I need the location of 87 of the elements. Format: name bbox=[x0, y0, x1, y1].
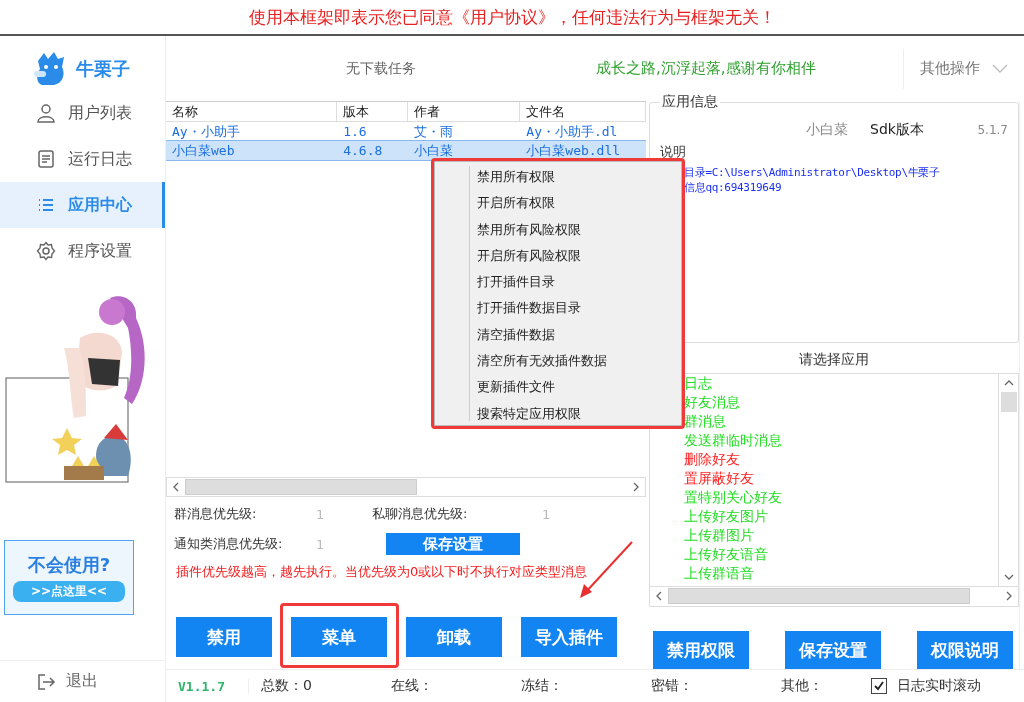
help-title: 不会使用? bbox=[27, 553, 111, 577]
action-button[interactable]: 导入插件 bbox=[521, 617, 617, 658]
table-cell-text: 小白菜web.dll bbox=[525, 142, 622, 161]
description-line: 目录=C:\Users\Administrator\Desktop\牛栗子 bbox=[684, 165, 941, 181]
menu-item[interactable]: 搜索特定应用权限 bbox=[471, 400, 681, 427]
priority-note: 插件优先级越高，越先执行。当优先级为0或以下时不执行对应类型消息 bbox=[175, 563, 589, 582]
permission-item[interactable]: 置屏蔽好友 bbox=[684, 469, 998, 489]
nav-item[interactable]: 程序设置 bbox=[0, 228, 165, 274]
permission-button[interactable]: 禁用权限 bbox=[653, 631, 749, 670]
field-label: 通知类消息优先级: bbox=[174, 535, 284, 554]
status-stat: 冻结： bbox=[520, 677, 564, 696]
menu-item[interactable]: 开启所有权限 bbox=[471, 190, 681, 217]
slogan: 成长之路,沉浮起落,感谢有你相伴 bbox=[596, 59, 817, 79]
priority-field[interactable]: 1 bbox=[542, 506, 562, 522]
table-cell-text: 1.6 bbox=[342, 123, 368, 142]
chevron-down-icon[interactable] bbox=[1003, 573, 1014, 582]
table-cell-text: 小白菜web bbox=[171, 142, 236, 161]
column-header[interactable]: 作者 bbox=[407, 102, 521, 123]
chevron-right-icon[interactable] bbox=[1005, 591, 1013, 602]
table-cell-text: Ay・小助手 bbox=[171, 123, 241, 142]
status-stat: 其他： bbox=[780, 677, 824, 696]
table-cell-text: 小白菜 bbox=[412, 142, 454, 161]
action-button[interactable]: 禁用 bbox=[176, 617, 272, 658]
column-header[interactable]: 名称 bbox=[166, 102, 337, 123]
permission-item[interactable]: 删除好友 bbox=[684, 450, 998, 470]
menu-item[interactable]: 清空插件数据 bbox=[471, 321, 681, 349]
scroll-thumb[interactable] bbox=[668, 588, 970, 605]
table-cell-text: 4.6.8 bbox=[342, 142, 384, 161]
chevron-down-icon bbox=[992, 63, 1008, 74]
sdk-label: Sdk版本 bbox=[870, 121, 924, 140]
permission-button[interactable]: 保存设置 bbox=[785, 631, 881, 670]
table-row[interactable]: Ay・小助手 1.6 艾・雨 Ay・小助手.dl bbox=[166, 122, 646, 142]
vertical-scrollbar[interactable] bbox=[998, 374, 1018, 587]
scroll-thumb[interactable] bbox=[1000, 392, 1017, 413]
document-icon bbox=[36, 149, 56, 169]
menu-item[interactable]: 打开插件目录 bbox=[471, 269, 681, 296]
panel-title: 应用信息 bbox=[661, 93, 719, 112]
priority-field[interactable]: 1 bbox=[316, 506, 336, 522]
action-button[interactable]: 菜单 bbox=[291, 617, 387, 658]
nav-item[interactable]: 运行日志 bbox=[0, 136, 165, 182]
save-settings-button[interactable]: 保存设置 bbox=[386, 533, 520, 556]
priority-field[interactable]: 1 bbox=[316, 536, 336, 552]
version-label: V1.1.7 bbox=[166, 678, 249, 694]
app-name: 小白菜 bbox=[806, 121, 848, 140]
chevron-left-icon[interactable] bbox=[655, 591, 663, 602]
description-line: 信息qq:694319649 bbox=[684, 180, 783, 196]
checkbox-label: 日志实时滚动 bbox=[897, 677, 981, 696]
person-icon bbox=[36, 103, 56, 123]
table-row[interactable]: 小白菜web 4.6.8 小白菜 小白菜web.dll bbox=[166, 141, 646, 161]
menu-item[interactable]: 打开插件数据目录 bbox=[471, 295, 681, 322]
help-card[interactable]: 不会使用? >>点这里<< bbox=[4, 540, 134, 615]
horizontal-scrollbar[interactable] bbox=[650, 586, 1018, 606]
settings-icon bbox=[36, 241, 56, 261]
menu-item[interactable]: 禁用所有风险权限 bbox=[471, 216, 681, 243]
status-stat: 在线： bbox=[390, 677, 434, 696]
column-header[interactable]: 版本 bbox=[336, 102, 408, 123]
menu-item[interactable]: 禁用所有权限 bbox=[471, 164, 681, 191]
table-cell-text: 艾・雨 bbox=[412, 123, 454, 142]
notice-banner: 使用本框架即表示您已同意《用户协议》，任何违法行为与框架无关！ bbox=[0, 0, 1024, 36]
status-stat: 总数：0 bbox=[260, 677, 313, 696]
menu-item[interactable]: 更新插件文件 bbox=[471, 374, 681, 401]
exit-button[interactable]: 退出 bbox=[0, 660, 165, 692]
horizontal-scrollbar[interactable] bbox=[166, 477, 646, 498]
chevron-up-icon[interactable] bbox=[1003, 379, 1014, 388]
menu-item[interactable]: 开启所有风险权限 bbox=[471, 242, 681, 270]
description-label: 说明 bbox=[660, 143, 687, 162]
chevron-left-icon[interactable] bbox=[172, 482, 180, 493]
column-header[interactable]: 文件名 bbox=[520, 102, 646, 123]
nav-item[interactable]: 应用中心 bbox=[0, 182, 165, 228]
action-button[interactable]: 卸载 bbox=[406, 617, 502, 658]
menu-item[interactable]: 清空所有无效插件数据 bbox=[471, 348, 681, 375]
brand-name: 牛栗子 bbox=[76, 57, 130, 81]
permission-button[interactable]: 权限说明 bbox=[917, 631, 1013, 670]
list-title: 请选择应用 bbox=[798, 350, 870, 370]
checkbox[interactable] bbox=[871, 678, 887, 695]
download-status: 无下载任务 bbox=[345, 59, 417, 78]
status-stat: 密错： bbox=[650, 677, 694, 696]
field-label: 私聊消息优先级: bbox=[372, 505, 469, 524]
chevron-right-icon[interactable] bbox=[632, 482, 640, 493]
other-ops-dropdown[interactable]: 其他操作 bbox=[903, 48, 1008, 89]
logout-icon bbox=[36, 671, 56, 692]
scroll-thumb[interactable] bbox=[185, 479, 417, 496]
sdk-version: 5.1.7 bbox=[977, 123, 1008, 138]
click-here-button[interactable]: >>点这里<< bbox=[12, 581, 126, 602]
nav-item[interactable]: 用户列表 bbox=[0, 90, 165, 136]
field-label: 群消息优先级: bbox=[174, 505, 258, 524]
table-cell-text: Ay・小助手.dl bbox=[525, 123, 619, 142]
